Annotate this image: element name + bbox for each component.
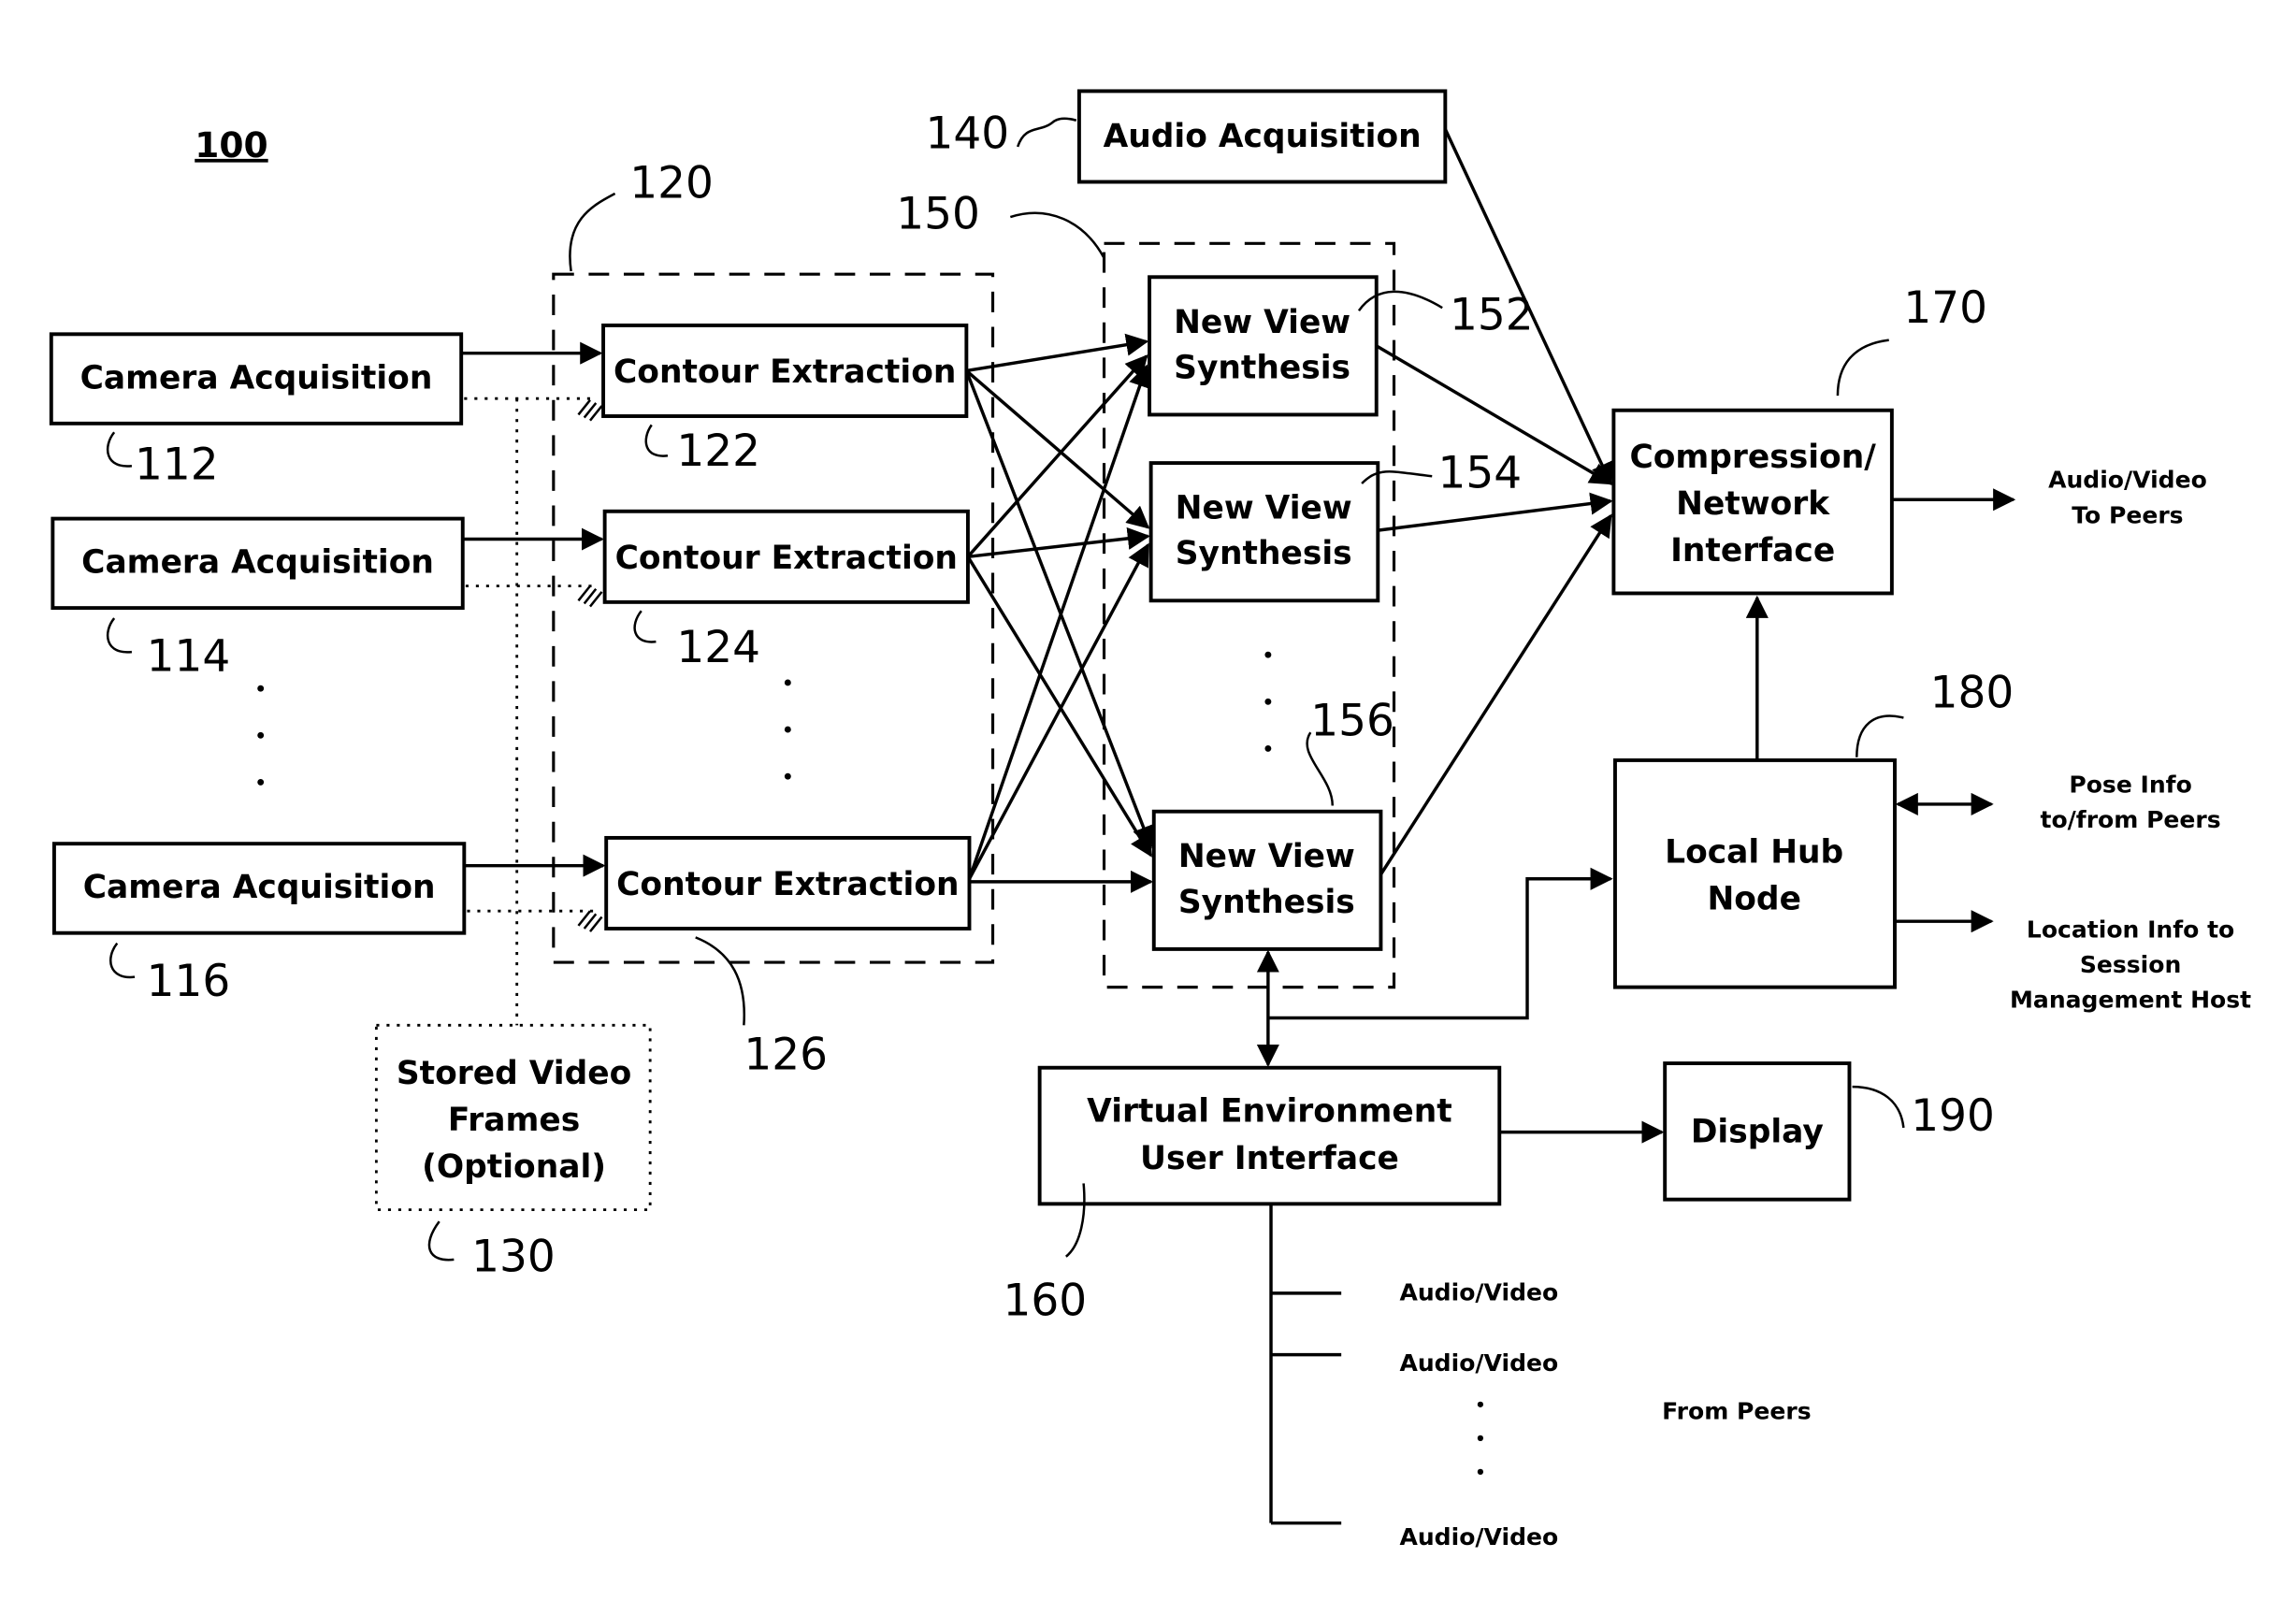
ref-120: 120 [629, 158, 714, 209]
stored-frames-connectors [464, 397, 603, 1026]
synthesis-line: Synthesis [1176, 535, 1352, 572]
ref-leader-130 [427, 1220, 455, 1262]
from-peers-label: From Peers [1662, 1398, 1811, 1425]
ref-leader-190 [1852, 1085, 1905, 1129]
ref-124: 124 [676, 622, 760, 673]
ref-leader-122 [644, 424, 669, 457]
camera-acquisition-114: Camera Acquisition [51, 516, 465, 611]
ref-leader-140 [1016, 117, 1077, 148]
contour-label: Contour Extraction [614, 353, 956, 391]
location-info-label: Management Host [2010, 987, 2251, 1014]
synthesis-line: New View [1176, 490, 1352, 527]
ref-leader-116 [109, 942, 136, 979]
peer-input-ellipsis [1477, 1401, 1484, 1475]
ref-122: 122 [676, 425, 760, 477]
ref-leader-114 [106, 617, 133, 654]
new-view-synthesis-156: New View Synthesis [1151, 809, 1383, 951]
ref-140: 140 [926, 108, 1010, 159]
synthesis-ellipsis [1264, 651, 1272, 752]
ref-170: 170 [1903, 282, 1987, 334]
vui-line: User Interface [1140, 1140, 1399, 1177]
synthesis-line: Synthesis [1174, 349, 1350, 386]
camera-label: Camera Acquisition [81, 544, 434, 582]
contour-ellipsis [784, 679, 791, 780]
block-diagram: 100 120 150 Camera Acquisition Camera Ac… [49, 89, 2251, 1551]
ref-116: 116 [147, 956, 231, 1007]
camera-acquisition-116: Camera Acquisition [51, 842, 467, 935]
audio-acquisition-140: Audio Acquisition [1076, 89, 1448, 184]
camera-acquisition-112: Camera Acquisition [49, 332, 464, 425]
peer-av-input: Audio/Video [1399, 1523, 1558, 1551]
ref-130: 130 [471, 1231, 556, 1282]
ref-leader-150 [1009, 211, 1105, 259]
camera-label: Camera Acquisition [80, 359, 433, 397]
display-190: Display [1663, 1061, 1852, 1202]
peer-av-input: Audio/Video [1399, 1349, 1558, 1377]
contour-label: Contour Extraction [615, 540, 958, 577]
compression-network-interface-170: Compression/ Network Interface [1611, 408, 1894, 596]
stored-frames-line: Stored Video [397, 1055, 631, 1092]
camera-label: Camera Acquisition [83, 869, 436, 906]
location-info-label: Location Info to [2027, 916, 2234, 943]
stored-frames-line: (Optional) [422, 1148, 606, 1186]
compression-line: Network [1676, 485, 1830, 523]
hub-line: Node [1707, 881, 1800, 918]
peer-input-bus [1269, 1204, 1342, 1525]
compression-line: Interface [1670, 532, 1835, 570]
local-hub-node-180: Local Hub Node [1612, 757, 1897, 989]
ref-156: 156 [1310, 695, 1394, 746]
ref-leader-180 [1856, 714, 1904, 757]
new-view-synthesis-154: New View Synthesis [1148, 461, 1380, 603]
ref-150: 150 [896, 189, 980, 240]
ref-126: 126 [744, 1029, 828, 1080]
pose-info-label: Pose Info [2069, 771, 2191, 798]
synthesis-line: New View [1178, 838, 1355, 875]
compression-line: Compression/ [1629, 439, 1876, 476]
ref-152: 152 [1450, 290, 1534, 341]
synthesis-line: New View [1174, 304, 1350, 341]
camera-ellipsis [257, 685, 265, 786]
peer-av-input: Audio/Video [1399, 1279, 1558, 1306]
vui-line: Virtual Environment [1087, 1093, 1452, 1131]
contour-extraction-124: Contour Extraction [602, 509, 970, 604]
to-compression-arrows [1375, 128, 1613, 875]
pose-info-label: to/from Peers [2040, 806, 2220, 833]
stored-video-frames-130: Stored Video Frames (Optional) [374, 1023, 652, 1212]
ref-180: 180 [1930, 668, 2014, 719]
ref-114: 114 [147, 630, 231, 682]
new-view-synthesis-152: New View Synthesis [1148, 275, 1379, 417]
stored-frames-line: Frames [448, 1102, 580, 1139]
hub-line: Local Hub [1665, 834, 1843, 872]
ref-154: 154 [1438, 448, 1523, 499]
virtual-environment-ui-160: Virtual Environment User Interface [1037, 1065, 1502, 1206]
audio-label: Audio Acquisition [1104, 118, 1422, 155]
ref-leader-170 [1836, 339, 1889, 397]
location-info-label: Session [2080, 951, 2181, 978]
av-to-peers-label: Audio/Video [2048, 467, 2207, 494]
ref-112: 112 [135, 439, 219, 490]
contour-extraction-126: Contour Extraction [604, 835, 972, 930]
ref-leader-126 [695, 936, 746, 1026]
contour-extraction-122: Contour Extraction [601, 323, 969, 418]
display-label: Display [1691, 1114, 1824, 1151]
contour-label: Contour Extraction [616, 866, 959, 903]
ref-190: 190 [1911, 1090, 1995, 1142]
figure-number: 100 [195, 124, 267, 166]
ref-160: 160 [1003, 1275, 1087, 1326]
ref-leader-120 [569, 192, 616, 272]
av-to-peers-label: To Peers [2072, 501, 2183, 528]
synthesis-line: Synthesis [1178, 884, 1355, 921]
ref-leader-112 [106, 431, 133, 468]
ref-leader-124 [633, 610, 657, 643]
